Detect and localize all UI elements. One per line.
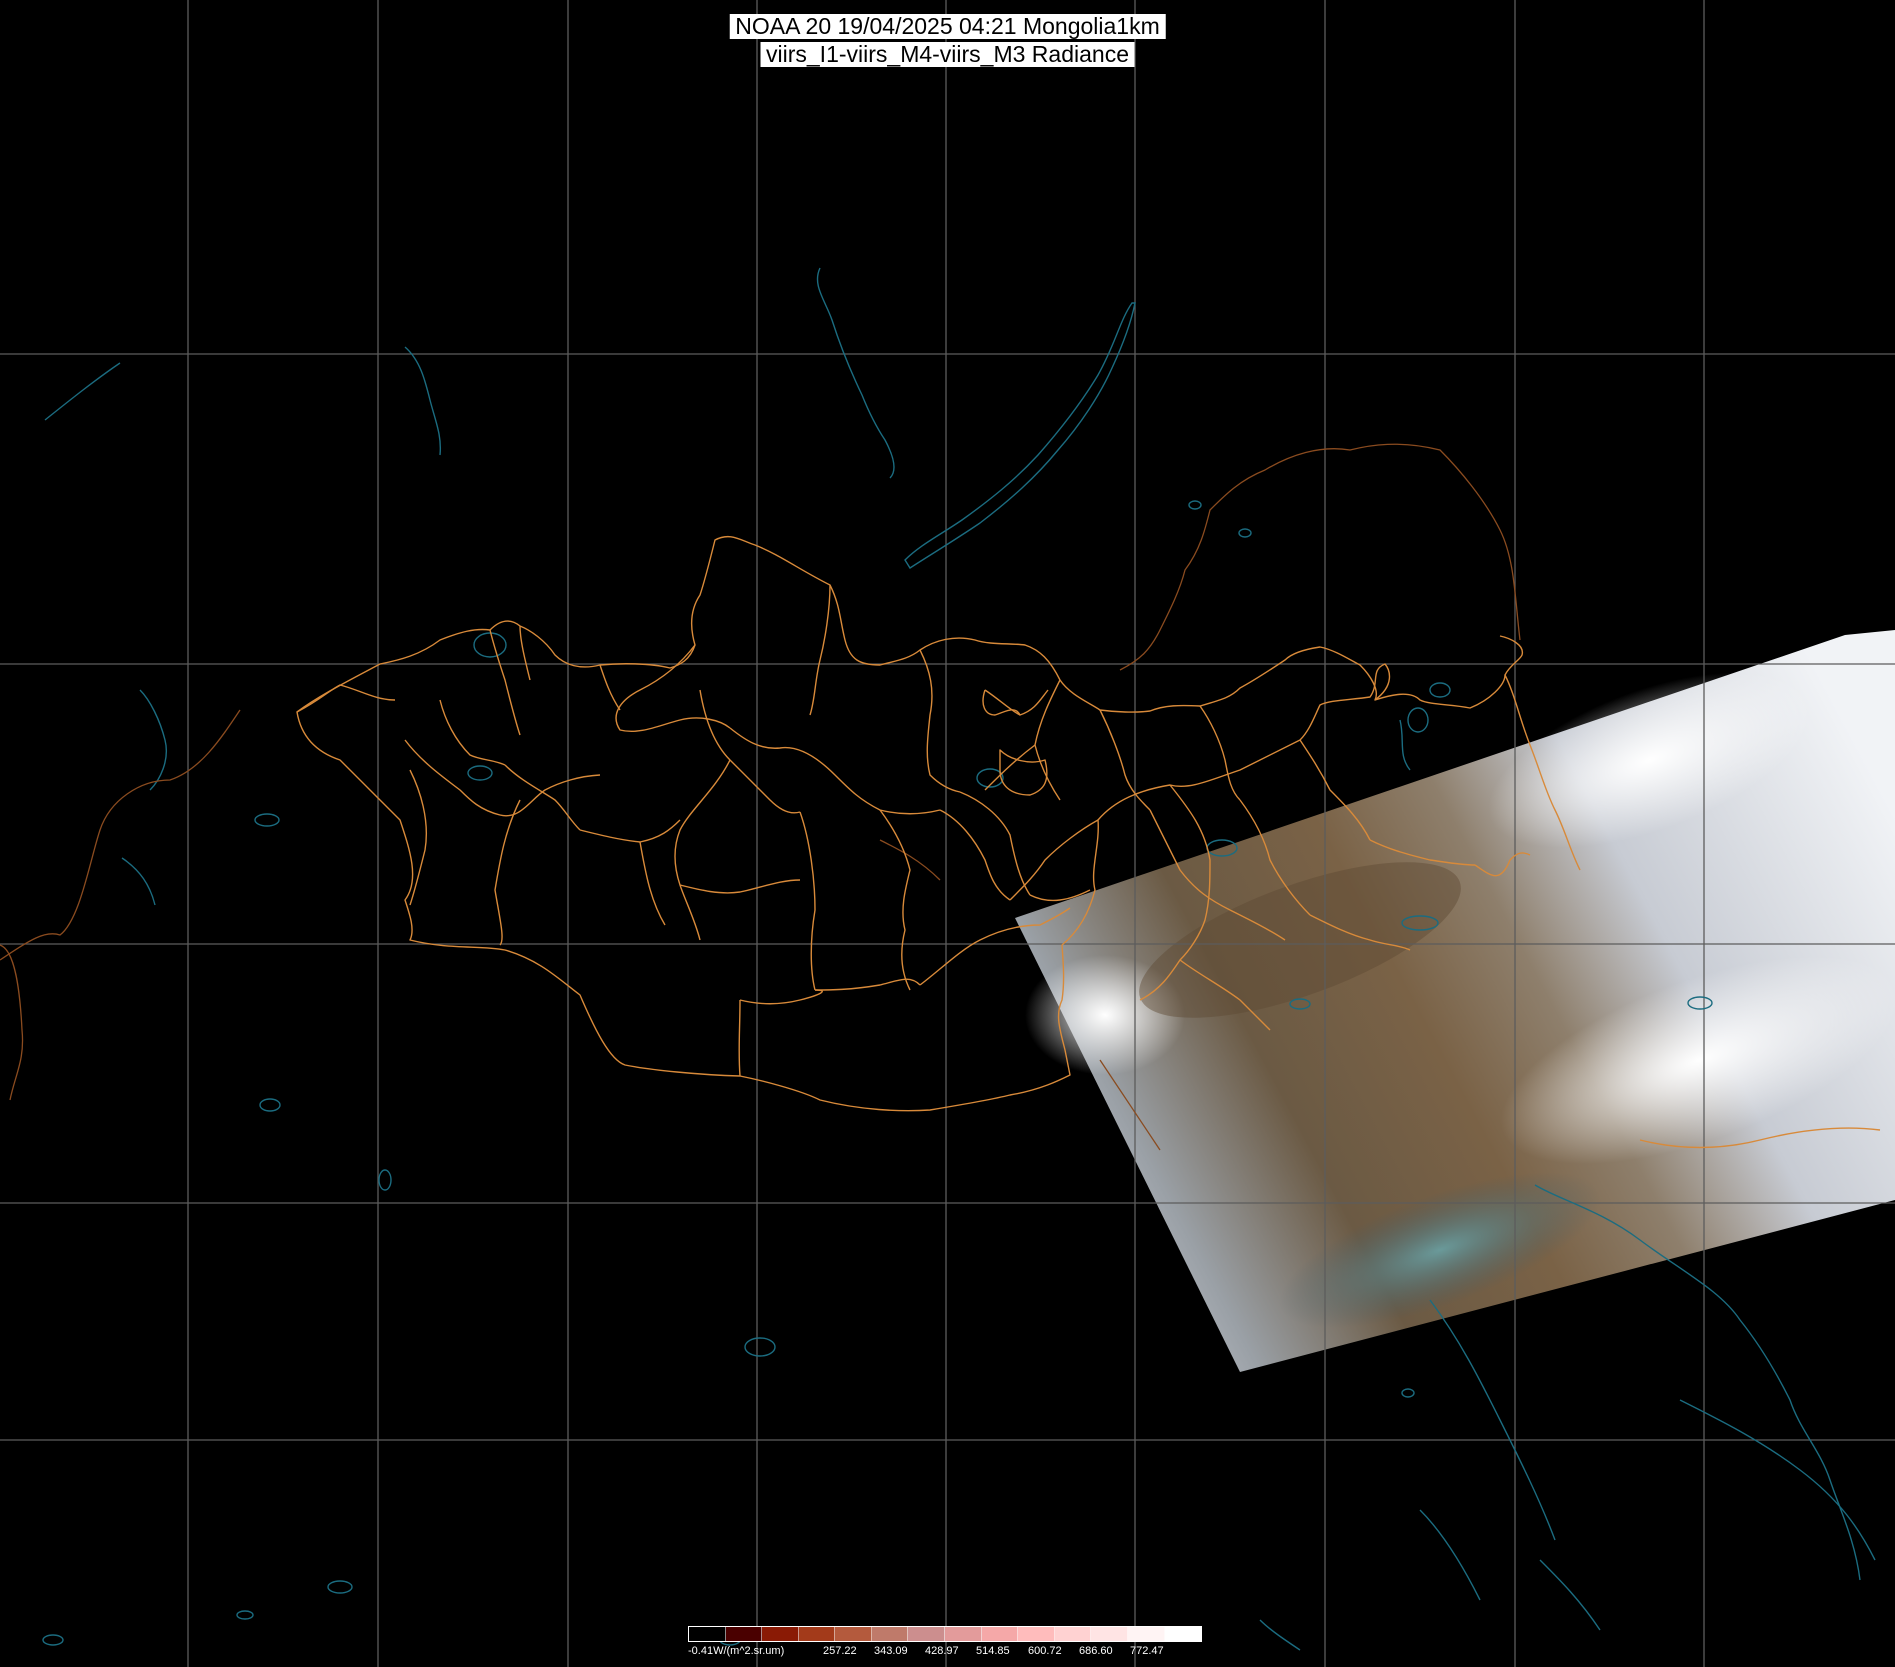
radiance-colorbar: -0.41W/(m^2.sr.um) 257.22 343.09 428.97 … bbox=[688, 1626, 1202, 1666]
colorbar-swatch bbox=[871, 1627, 909, 1641]
colorbar-unit-label: -0.41W/(m^2.sr.um) bbox=[688, 1645, 785, 1657]
colorbar-swatch bbox=[981, 1627, 1019, 1641]
colorbar-swatch bbox=[1164, 1627, 1202, 1641]
colorbar-swatch bbox=[1054, 1627, 1092, 1641]
colorbar-swatch bbox=[1091, 1627, 1128, 1641]
colorbar-swatch bbox=[835, 1627, 872, 1641]
colorbar-labels: -0.41W/(m^2.sr.um) 257.22 343.09 428.97 … bbox=[688, 1645, 1208, 1661]
colorbar-tick-label: 600.72 bbox=[1028, 1645, 1062, 1657]
map-canvas[interactable] bbox=[0, 0, 1895, 1667]
colorbar-tick-label: 428.97 bbox=[925, 1645, 959, 1657]
colorbar-swatch bbox=[908, 1627, 946, 1641]
colorbar-swatch bbox=[725, 1627, 763, 1641]
colorbar-ramp bbox=[688, 1626, 1202, 1642]
colorbar-tick-label: 343.09 bbox=[874, 1645, 908, 1657]
colorbar-tick-label: 772.47 bbox=[1130, 1645, 1164, 1657]
map-title-line-2: viirs_I1-viirs_M4-viirs_M3 Radiance bbox=[760, 42, 1135, 67]
colorbar-tick-label: 686.60 bbox=[1079, 1645, 1113, 1657]
colorbar-tick-label: 257.22 bbox=[823, 1645, 857, 1657]
colorbar-swatch bbox=[798, 1627, 836, 1641]
colorbar-swatch bbox=[762, 1627, 799, 1641]
map-title-line-1: NOAA 20 19/04/2025 04:21 Mongolia1km bbox=[729, 14, 1166, 39]
satellite-image-swath bbox=[1015, 630, 1895, 1372]
colorbar-swatch bbox=[1018, 1627, 1055, 1641]
colorbar-swatch bbox=[1127, 1627, 1165, 1641]
colorbar-tick-label: 514.85 bbox=[976, 1645, 1010, 1657]
satellite-map-viewer: NOAA 20 19/04/2025 04:21 Mongolia1km vii… bbox=[0, 0, 1895, 1667]
colorbar-swatch bbox=[945, 1627, 982, 1641]
colorbar-swatch bbox=[689, 1627, 726, 1641]
